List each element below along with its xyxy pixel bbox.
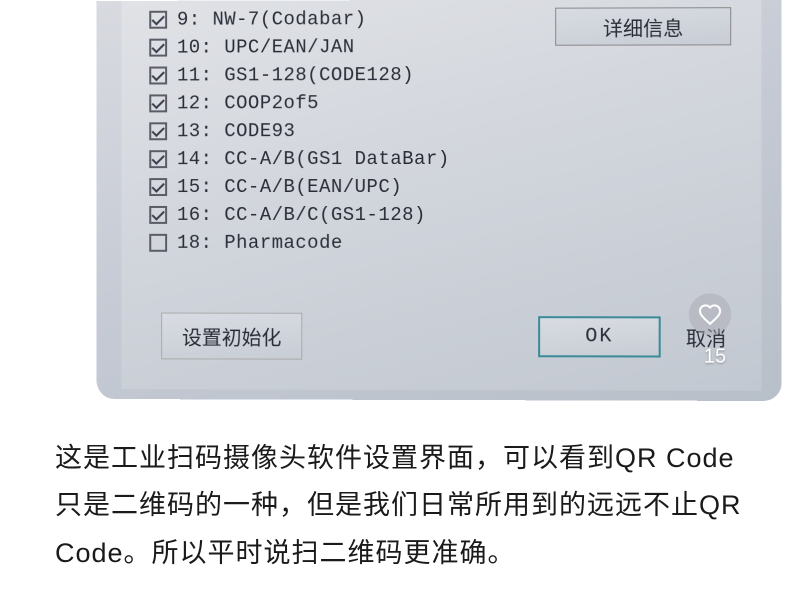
ok-button[interactable]: OK [538,316,661,357]
checkbox-label: 10: UPC/EAN/JAN [177,36,355,58]
checkbox-label: 11: GS1-128(CODE128) [177,64,414,86]
checkbox-label: 16: CC-A/B/C(GS1-128) [177,204,426,226]
checkbox-label: 13: CODE93 [177,120,295,142]
checkbox-row[interactable]: 14: CC-A/B(GS1 DataBar) [149,148,449,170]
dialog-footer: 设置初始化 OK 取消 [161,313,726,361]
checkbox-row[interactable]: 12: COOP2of5 [149,92,449,114]
checkbox-label: 14: CC-A/B(GS1 DataBar) [177,148,450,170]
checkbox[interactable] [149,94,167,112]
barcode-type-list: 9: NW-7(Codabar) 10: UPC/EAN/JAN 11: GS1-1… [149,8,449,254]
checkbox-row[interactable]: 13: CODE93 [149,120,449,142]
dialog-panel: 9: NW-7(Codabar) 10: UPC/EAN/JAN 11: GS1-1… [122,0,762,391]
checkbox[interactable] [149,206,167,224]
checkbox[interactable] [149,11,167,29]
checkbox-row[interactable]: 11: GS1-128(CODE128) [149,64,449,87]
checkbox-row[interactable]: 10: UPC/EAN/JAN [149,36,449,59]
checkbox[interactable] [149,39,167,57]
caption-text: 这是工业扫码摄像头软件设置界面，可以看到QR Code只是二维码的一种，但是我们… [0,400,810,597]
checkbox[interactable] [149,178,167,196]
heart-icon [698,302,722,326]
checkbox-label: 9: NW-7(Codabar) [177,8,366,30]
checkbox[interactable] [149,67,167,85]
checkbox-row[interactable]: 16: CC-A/B/C(GS1-128) [149,204,449,226]
checkbox[interactable] [149,234,167,252]
checkbox[interactable] [149,150,167,168]
checkbox-label: 15: CC-A/B(EAN/UPC) [177,176,402,198]
like-button[interactable] [689,293,731,335]
checkbox-label: 18: Pharmacode [177,232,343,254]
dialog-screenshot: 9: NW-7(Codabar) 10: UPC/EAN/JAN 11: GS1-1… [97,0,782,401]
checkbox[interactable] [149,122,167,140]
checkbox-row[interactable]: 18: Pharmacode [149,232,449,254]
checkbox-label: 12: COOP2of5 [177,92,319,114]
checkbox-row[interactable]: 9: NW-7(Codabar) [149,8,449,31]
checkbox-row[interactable]: 15: CC-A/B(EAN/UPC) [149,176,449,198]
like-count: 15 [704,346,726,369]
details-button[interactable]: 详细信息 [555,7,731,46]
reset-button[interactable]: 设置初始化 [161,313,302,360]
